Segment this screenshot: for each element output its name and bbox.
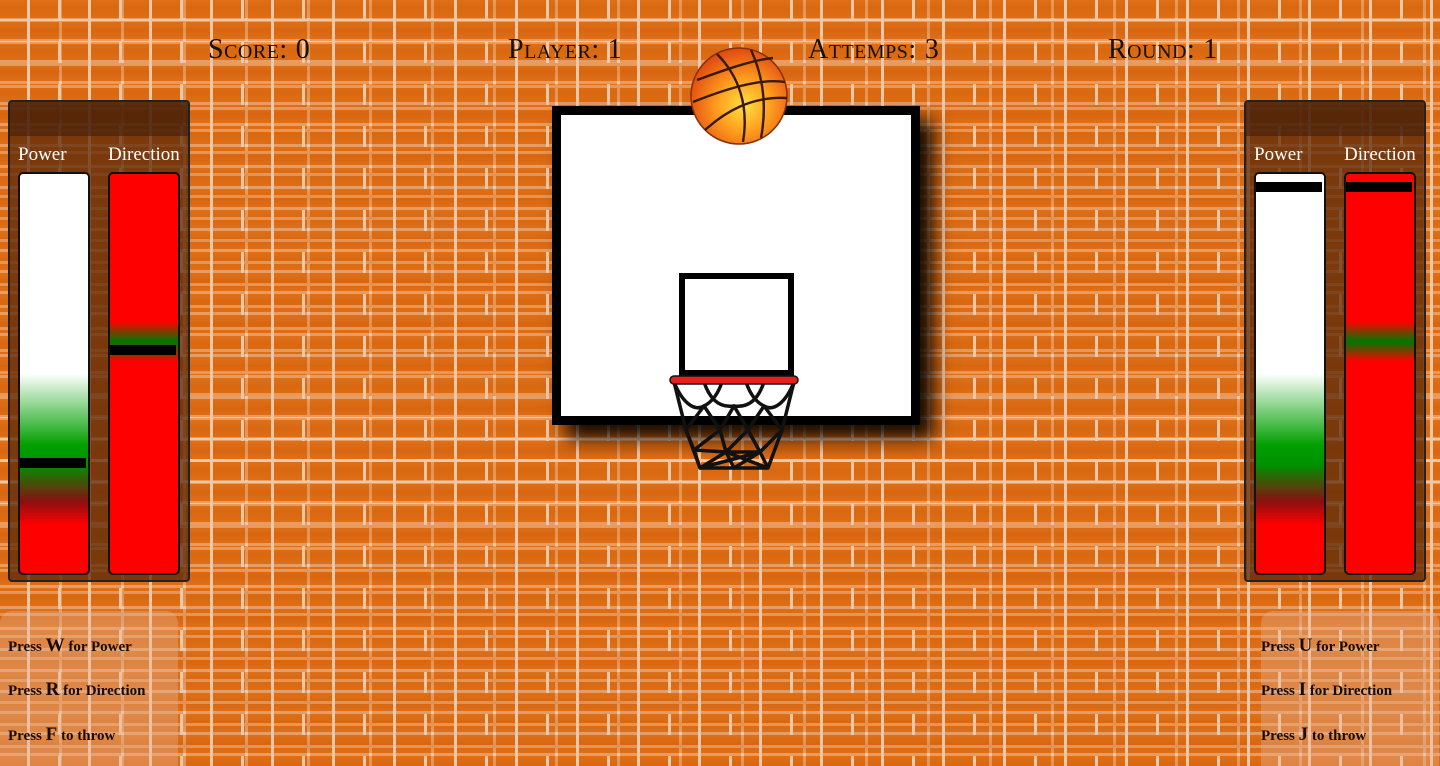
right-power-meter: [1254, 172, 1326, 575]
round-display: Round: 1: [1108, 34, 1218, 66]
left-power-meter: [18, 172, 90, 575]
round-value: 1: [1203, 34, 1218, 65]
right-direction-meter: [1344, 172, 1416, 575]
help-line: Press J to throw: [1261, 724, 1367, 745]
help-line: Press R for Direction: [8, 679, 146, 700]
player-label: Player:: [508, 34, 600, 65]
basketball-icon: [690, 47, 788, 145]
score-display: Score: 0: [208, 34, 310, 66]
panel-header: [10, 102, 188, 136]
help-line: Press W for Power: [8, 635, 132, 656]
help-key: U: [1298, 635, 1313, 656]
player-value: 1: [607, 34, 623, 65]
help-key: R: [45, 679, 60, 700]
left-direction-indicator: [110, 345, 176, 355]
help-key: W: [45, 635, 65, 656]
help-line: Press I for Direction: [1261, 679, 1393, 700]
round-label: Round:: [1108, 34, 1196, 65]
help-line: Press U for Power: [1261, 635, 1380, 656]
left-power-label: Power: [18, 144, 67, 165]
left-power-indicator: [20, 458, 86, 468]
left-controls-help: Press W for Power Press R for Direction …: [0, 611, 178, 766]
help-key: I: [1298, 679, 1307, 700]
right-meter-panel: Power Direction: [1244, 100, 1426, 582]
help-key: J: [1298, 724, 1309, 745]
help-key: F: [45, 724, 58, 745]
panel-header: [1246, 102, 1424, 136]
right-power-label: Power: [1254, 144, 1303, 165]
right-direction-label: Direction: [1344, 144, 1416, 165]
score-label: Score:: [208, 34, 288, 65]
hoop-net-icon: [669, 375, 799, 470]
left-direction-label: Direction: [108, 144, 180, 165]
left-meter-panel: Power Direction: [8, 100, 190, 582]
right-power-indicator: [1256, 182, 1322, 192]
attempts-label: Attemps:: [808, 34, 917, 65]
score-value: 0: [295, 34, 311, 65]
right-direction-indicator: [1346, 182, 1412, 192]
left-direction-meter: [108, 172, 180, 575]
player-display: Player: 1: [508, 34, 622, 66]
backboard-target-square: [679, 273, 794, 376]
attempts-value: 3: [924, 34, 940, 65]
attempts-display: Attemps: 3: [808, 34, 939, 66]
help-line: Press F to throw: [8, 724, 116, 745]
right-controls-help: Press U for Power Press I for Direction …: [1261, 611, 1439, 766]
